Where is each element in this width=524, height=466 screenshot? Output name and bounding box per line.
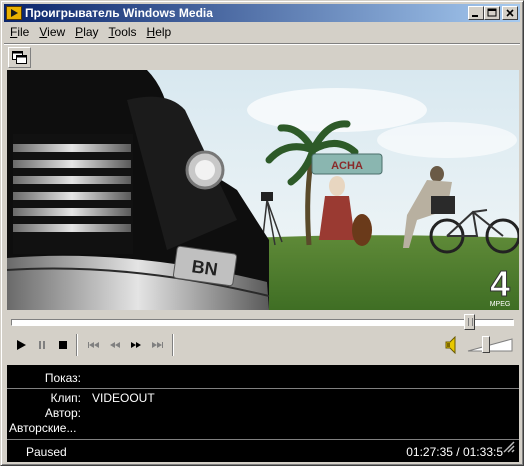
author-label: Автор: — [44, 406, 81, 420]
clip-label: Клип: — [50, 391, 81, 405]
minimize-button[interactable] — [468, 6, 484, 20]
toolbar-separator — [4, 43, 520, 45]
car-grille — [13, 134, 133, 254]
copyright-label: Авторские... — [9, 421, 77, 435]
maximize-button[interactable] — [484, 6, 500, 20]
menu-view-accel: V — [39, 25, 48, 39]
menu-view-label: iew — [47, 25, 66, 39]
menu-file[interactable]: File — [5, 24, 34, 42]
pause-button[interactable] — [32, 335, 52, 355]
seek-bar[interactable] — [11, 319, 514, 326]
skip-forward-button[interactable] — [148, 335, 168, 355]
menu-help[interactable]: Help — [142, 24, 177, 42]
fast-forward-button[interactable] — [126, 335, 146, 355]
rewind-icon — [110, 342, 120, 348]
compact-mode-icon — [12, 51, 27, 64]
skip-back-icon — [88, 342, 99, 348]
show-label: Показ: — [44, 371, 81, 385]
minimize-icon — [472, 15, 478, 17]
close-icon — [506, 9, 514, 17]
fast-forward-icon — [131, 342, 141, 348]
skip-back-button[interactable] — [83, 335, 103, 355]
maximize-icon — [487, 8, 497, 17]
watermark-digit: 4 — [490, 263, 510, 304]
clip-row: Клип: VIDEOOUT — [7, 391, 519, 407]
rewind-button[interactable] — [105, 335, 125, 355]
show-row: Показ: — [7, 371, 519, 387]
pause-icon — [39, 341, 45, 349]
close-button[interactable] — [502, 6, 518, 20]
menu-view[interactable]: View — [34, 24, 70, 42]
menu-help-label: elp — [155, 25, 172, 39]
clip-value: VIDEOOUT — [92, 391, 155, 405]
media-player-icon[interactable] — [6, 6, 22, 20]
menu-tools-label: ools — [114, 25, 137, 39]
sign-text: ACHA — [331, 160, 363, 172]
menu-play-accel: P — [75, 25, 84, 39]
info-divider-top — [7, 388, 519, 389]
info-panel: Показ: Клип: VIDEOOUT Автор: Авторские..… — [7, 365, 519, 462]
menu-help-accel: H — [146, 25, 156, 39]
info-divider-bottom — [7, 439, 519, 440]
menu-bar: File View Play Tools Help — [5, 24, 176, 42]
player-window: Проигрыватель Windows Media File View Pl… — [0, 0, 524, 466]
mute-button[interactable] — [445, 335, 461, 355]
timecode: 01:27:35 / 01:33:5 — [406, 445, 503, 459]
resize-grip-icon[interactable] — [501, 440, 517, 456]
video-display[interactable]: ACHA BN 4 MPEG — [7, 70, 519, 310]
compact-mode-button[interactable] — [8, 47, 31, 68]
stop-icon — [59, 341, 67, 349]
title-bar[interactable]: Проигрыватель Windows Media — [4, 4, 520, 22]
video-frame: ACHA BN 4 MPEG — [7, 70, 519, 310]
speaker-icon — [445, 335, 456, 355]
copyright-row: Авторские... — [7, 421, 519, 437]
menu-play-label: lay — [83, 25, 99, 39]
skip-forward-icon — [152, 342, 163, 348]
window-controls — [468, 6, 518, 20]
window-title: Проигрыватель Windows Media — [25, 6, 213, 20]
menu-file-label: ile — [17, 25, 30, 39]
menu-tools[interactable]: Tools — [104, 24, 142, 42]
playback-status: Paused — [26, 445, 67, 459]
play-button[interactable] — [11, 335, 31, 355]
play-icon — [17, 340, 26, 350]
seek-thumb[interactable] — [463, 314, 475, 330]
volume-slider-thumb[interactable] — [482, 336, 491, 353]
menu-play[interactable]: Play — [70, 24, 103, 42]
author-row: Автор: — [7, 406, 519, 422]
watermark-text: MPEG — [490, 301, 511, 308]
plate-text: BN — [190, 256, 219, 279]
stop-button[interactable] — [53, 335, 73, 355]
controls-separator — [76, 334, 78, 356]
controls-separator-2 — [172, 334, 174, 356]
